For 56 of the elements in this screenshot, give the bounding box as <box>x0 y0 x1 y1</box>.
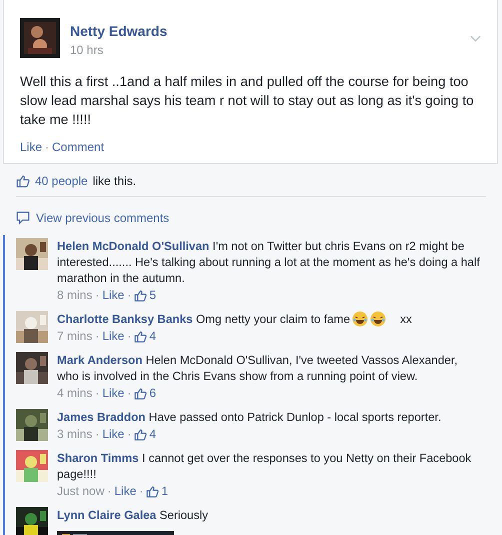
like-count[interactable]: 5 <box>149 288 156 302</box>
commenter-name[interactable]: Sharon Timms <box>57 451 139 465</box>
commenter-name[interactable]: Lynn Claire Galea <box>57 508 156 522</box>
separator-dot: · <box>95 386 100 400</box>
separator-dot: · <box>139 484 144 498</box>
thumbs-up-icon <box>134 386 148 400</box>
thumbs-up-icon <box>16 174 30 188</box>
like-link[interactable]: Like <box>102 386 124 400</box>
separator-dot: · <box>45 140 50 154</box>
separator-dot: · <box>127 288 132 302</box>
like-count[interactable]: 4 <box>149 427 156 441</box>
like-link[interactable]: Like <box>102 329 124 343</box>
likes-text: like this. <box>92 174 136 188</box>
separator-dot: · <box>127 427 132 441</box>
likes-count-link[interactable]: 40 people <box>35 174 88 188</box>
view-previous-comments-link[interactable]: View previous comments <box>36 211 170 225</box>
thumbs-up-icon <box>134 330 148 342</box>
comment-text: Sharon Timms I cannot get over the responses to you Netty on their Facebook page!!!! <box>57 450 472 482</box>
separator-dot: · <box>95 288 100 302</box>
commenter-name[interactable]: James Braddon <box>57 410 146 424</box>
separator-dot: · <box>127 386 132 400</box>
post-text: Well this a first ..1and a half miles in and pulled off the course for being too slow lead marshal says his team r not will to stay out as long as it's going to take me !!!!! <box>20 73 475 129</box>
like-link[interactable]: Like <box>102 427 124 441</box>
thumbs-up-icon <box>134 288 148 302</box>
separator-dot: · <box>95 427 100 441</box>
comment-text: Helen McDonald O'Sullivan I'm not on Twitter but chris Evans on r2 might be interested....... He's talking about running a lot at the moment as he's doing a half marathon in the autumn. <box>57 238 481 286</box>
comment-text: James Braddon Have passed onto Patrick Dunlop - local sports reporter. <box>57 409 442 425</box>
like-count[interactable]: 4 <box>149 329 156 343</box>
comment-time[interactable]: 8 mins <box>57 288 92 302</box>
like-link[interactable]: Like <box>102 288 124 302</box>
commenter-name[interactable]: Charlotte Banksy Banks <box>57 312 193 326</box>
comment-time[interactable]: Just now <box>57 484 104 498</box>
comment-text: Charlotte Banksy Banks Omg netty your claim to fame xx <box>57 311 413 327</box>
post-action-link[interactable]: Like <box>20 140 42 154</box>
commenter-name[interactable]: Helen McDonald O'Sullivan <box>57 239 210 253</box>
laughing-emoji-icon <box>370 311 386 327</box>
chevron-down-icon[interactable] <box>470 35 481 43</box>
like-link[interactable]: Like <box>114 484 136 498</box>
laughing-emoji-icon <box>352 311 368 327</box>
separator-dot: · <box>127 329 132 343</box>
comment-text: Mark Anderson Helen McDonald O'Sullivan, I've tweeted Vassos Alexander, who is involved in the Chris Evans show from a running point of view. <box>57 352 459 384</box>
thumbs-up-icon <box>134 428 148 440</box>
author-name[interactable]: Netty Edwards <box>70 23 168 39</box>
commenter-name[interactable]: Mark Anderson <box>57 353 142 367</box>
separator-dot: · <box>107 484 112 498</box>
comment-text: Lynn Claire Galea Seriously <box>57 507 210 523</box>
post-time[interactable]: 10 hrs <box>70 43 168 57</box>
like-count[interactable]: 1 <box>161 484 168 498</box>
comment-bubble-icon <box>16 211 30 225</box>
comment-time[interactable]: 3 mins <box>57 427 92 441</box>
post-action-link[interactable]: Comment <box>52 140 104 154</box>
thumbs-up-icon <box>146 484 160 498</box>
comment-time[interactable]: 4 mins <box>57 386 92 400</box>
separator-dot: · <box>95 329 100 343</box>
like-count[interactable]: 6 <box>149 386 156 400</box>
comment-time[interactable]: 7 mins <box>57 329 92 343</box>
